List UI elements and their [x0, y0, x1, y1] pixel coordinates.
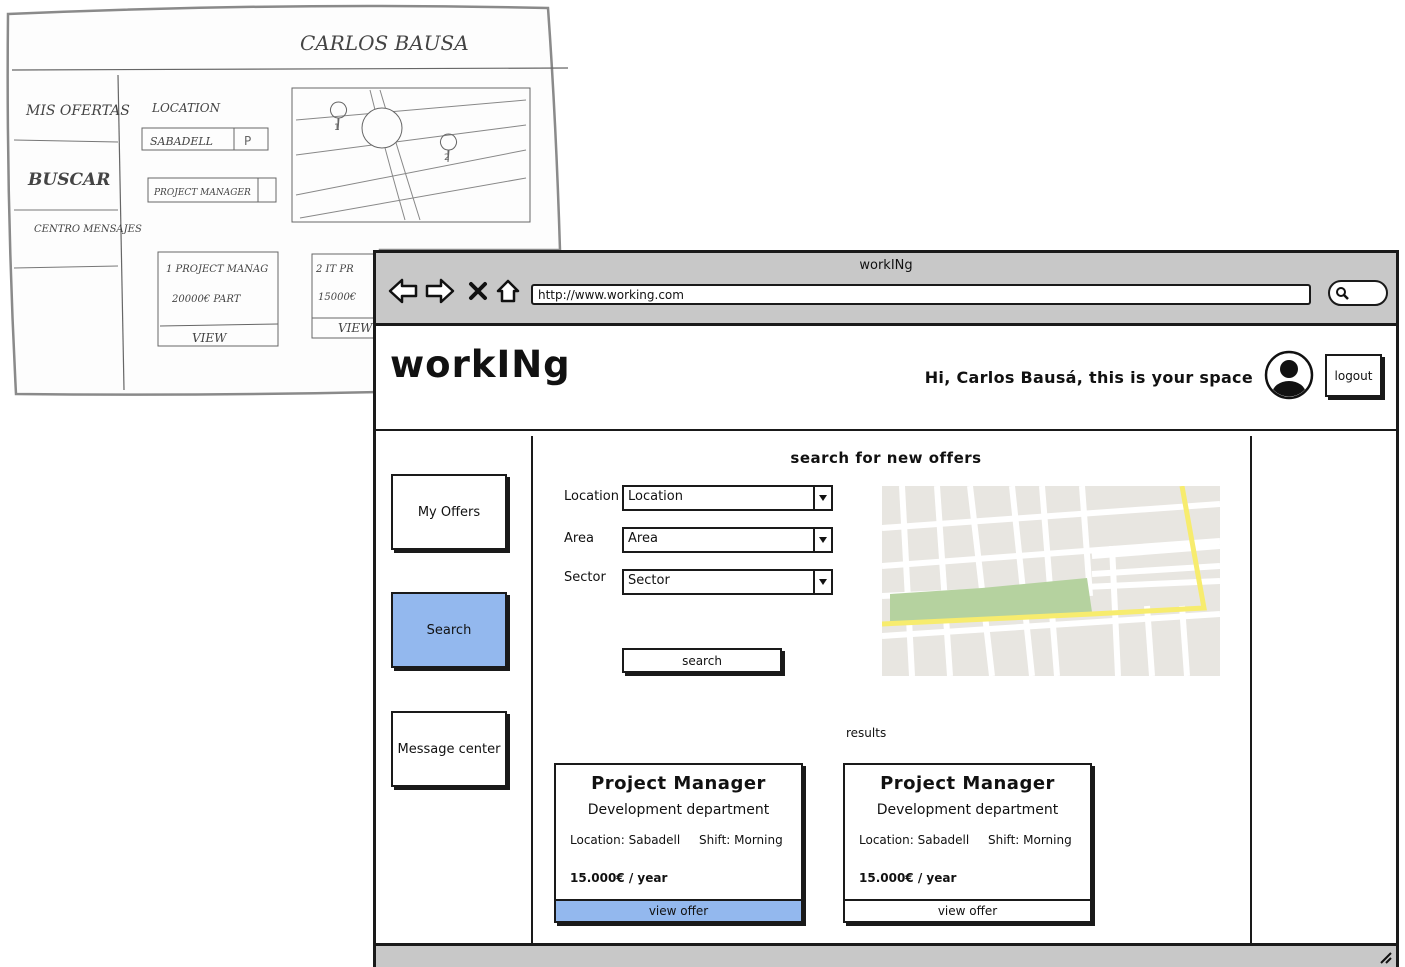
sketch-card-2-line1: 2 IT PR	[315, 264, 354, 275]
view-offer-button[interactable]: view offer	[554, 899, 803, 923]
sector-label: Sector	[564, 570, 606, 585]
sidebar-item-search[interactable]: Search	[391, 592, 507, 668]
logout-button[interactable]: logout	[1325, 354, 1382, 397]
offer-card[interactable]: Project Manager Development department L…	[843, 763, 1092, 923]
user-greeting: Hi, Carlos Bausá, this is your space	[924, 368, 1253, 387]
offer-location: Location: Sabadell	[570, 833, 681, 847]
sector-select[interactable]: Sector	[622, 569, 833, 595]
header-divider	[376, 429, 1396, 431]
sketch-location-label: LOCATION	[151, 101, 221, 115]
sketch-pin-icon: P	[244, 134, 251, 148]
sketch-card-1-view: VIEW	[192, 331, 228, 345]
sidebar-item-my-offers[interactable]: My Offers	[391, 474, 507, 550]
window-title: workINg	[859, 258, 913, 273]
app-logo: workINg	[390, 343, 571, 386]
dropdown-arrow-icon	[813, 571, 831, 593]
offer-department: Development department	[587, 802, 770, 818]
sketch-location-value: SABADELL	[150, 135, 213, 148]
magnifier-icon	[1336, 287, 1349, 300]
sketch-menu-my-offers: MIS OFERTAS	[25, 103, 130, 119]
content-right-divider	[1250, 436, 1252, 943]
offer-salary: 15.000€ / year	[570, 871, 668, 885]
sketch-map-pin-2: 2	[444, 153, 450, 163]
url-address-field[interactable]: http://www.working.com	[531, 284, 1311, 305]
offer-card[interactable]: Project Manager Development department L…	[554, 763, 803, 923]
forward-arrow-icon[interactable]	[423, 274, 457, 308]
results-label: results	[846, 726, 887, 740]
offer-title: Project Manager	[880, 773, 1055, 794]
browser-status-bar	[376, 943, 1396, 967]
sketch-card-2-line2: 15000€	[318, 292, 357, 303]
close-x-icon[interactable]	[461, 274, 495, 308]
browser-window: workINg http://www.working.com workINg H…	[373, 250, 1399, 967]
offer-salary: 15.000€ / year	[859, 871, 957, 885]
home-icon[interactable]	[491, 274, 525, 308]
user-avatar-icon	[1264, 350, 1314, 400]
sector-select-value: Sector	[628, 573, 670, 588]
view-offer-button[interactable]: view offer	[843, 899, 1092, 923]
search-button[interactable]: search	[622, 648, 782, 673]
location-label: Location	[564, 489, 619, 504]
offer-shift: Shift: Morning	[988, 833, 1072, 847]
sketch-menu-search: BUSCAR	[27, 170, 110, 190]
location-select-value: Location	[628, 489, 683, 504]
area-select[interactable]: Area	[622, 527, 833, 553]
dropdown-arrow-icon	[813, 487, 831, 509]
back-arrow-icon[interactable]	[386, 274, 420, 308]
results-map[interactable]	[882, 486, 1220, 676]
sketch-card-2-view: VIEW	[338, 321, 374, 335]
area-select-value: Area	[628, 531, 658, 546]
offer-shift: Shift: Morning	[699, 833, 783, 847]
browser-search-field[interactable]	[1328, 280, 1388, 306]
location-select[interactable]: Location	[622, 485, 833, 511]
sketch-card-1-line1: 1 PROJECT MANAG	[166, 264, 268, 275]
sketch-position-value: PROJECT MANAGER	[153, 188, 251, 198]
offer-department: Development department	[876, 802, 1059, 818]
sketch-menu-messages: CENTRO MENSAJES	[34, 224, 142, 235]
offer-location: Location: Sabadell	[859, 833, 970, 847]
sketch-card-1-line2: 20000€ PART	[171, 294, 242, 305]
offer-title: Project Manager	[591, 773, 766, 794]
area-label: Area	[564, 531, 594, 546]
search-heading: search for new offers	[790, 449, 982, 467]
sidebar-item-message-center[interactable]: Message center	[391, 711, 507, 787]
sketch-user-name: CARLOS BAUSA	[300, 31, 469, 55]
browser-toolbar: workINg http://www.working.com	[376, 253, 1396, 326]
resize-grip-icon[interactable]	[1376, 948, 1392, 964]
dropdown-arrow-icon	[813, 529, 831, 551]
sketch-map-pin-1: 1	[334, 123, 340, 133]
sidebar-divider	[531, 436, 533, 943]
